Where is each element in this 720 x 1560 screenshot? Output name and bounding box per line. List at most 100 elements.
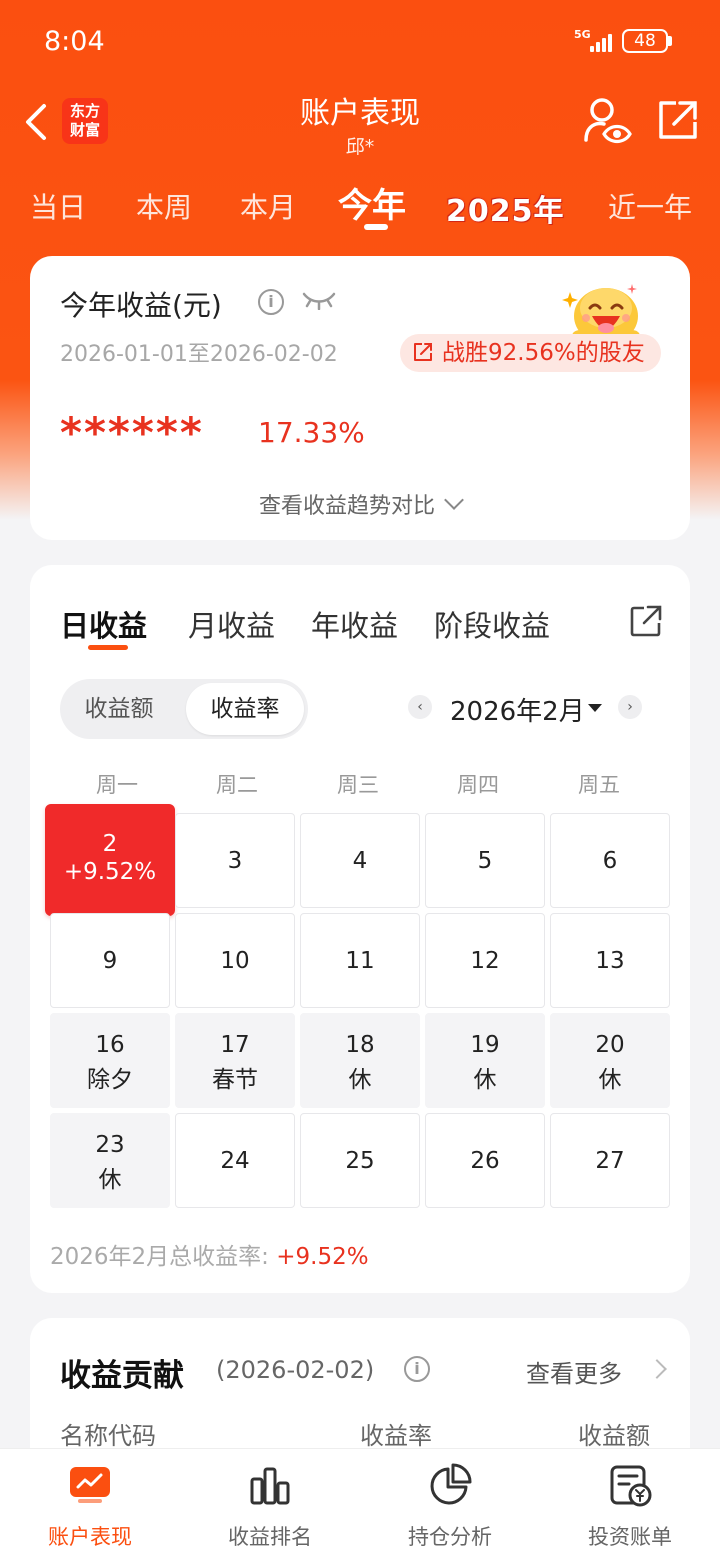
month-total-value: +9.52%	[276, 1244, 369, 1270]
chart-screen-icon	[70, 1467, 110, 1503]
nav-return-ranking[interactable]: 收益排名	[180, 1449, 360, 1560]
chevron-right-icon[interactable]	[647, 1359, 667, 1379]
calendar-day-cell[interactable]: 19 休	[425, 1013, 545, 1108]
nav-label: 账户表现	[48, 1525, 132, 1549]
status-bar: 8:04 5G 48	[0, 0, 720, 80]
calendar-day-cell[interactable]: 3	[175, 813, 295, 908]
calendar-day-cell[interactable]: 25	[300, 1113, 420, 1208]
signal-icon	[588, 30, 616, 52]
day-number: 26	[470, 1148, 500, 1174]
calendar-day-cell[interactable]: 16 除夕	[50, 1013, 170, 1108]
day-number: 23	[95, 1132, 125, 1158]
bill-yen-icon	[610, 1465, 652, 1507]
calendar-day-cell[interactable]: 17 春节	[175, 1013, 295, 1108]
calendar-day-cell[interactable]: 11	[300, 913, 420, 1008]
period-tabs: 当日 本周 本月 今年 2025年 近一年	[0, 176, 720, 236]
chevron-down-icon	[444, 490, 464, 510]
day-return: +9.52%	[63, 859, 157, 885]
column-name: 名称代码	[60, 1422, 156, 1450]
tab-monthly-return[interactable]: 月收益	[188, 603, 275, 645]
tab-yearly-return[interactable]: 年收益	[311, 603, 398, 645]
day-number: 5	[477, 848, 493, 874]
calendar-day-cell[interactable]: 23 休	[50, 1113, 170, 1208]
daily-return-card: 日收益 月收益 年收益 阶段收益 收益额 收益率 ‹ 2026年2月 › 周一 …	[30, 565, 690, 1293]
calendar-day-cell[interactable]: 6	[550, 813, 670, 908]
option-amount[interactable]: 收益额	[64, 683, 174, 735]
calendar-day-cell[interactable]: 18 休	[300, 1013, 420, 1108]
day-number: 4	[352, 848, 368, 874]
day-number: 18	[345, 1032, 375, 1058]
calendar-day-cell[interactable]: 26	[425, 1113, 545, 1208]
active-subtab-indicator	[88, 645, 128, 650]
day-number: 27	[595, 1148, 625, 1174]
tab-this-year[interactable]: 今年	[338, 178, 406, 227]
nav-label: 收益排名	[228, 1525, 312, 1549]
bottom-navigation: 账户表现 收益排名 持仓分析 投资账单	[0, 1448, 720, 1560]
calendar-day-cell[interactable]: 9	[50, 913, 170, 1008]
tab-last-year[interactable]: 近一年	[608, 186, 692, 226]
day-note: 除夕	[87, 1067, 133, 1093]
calendar-day-cell[interactable]: 27	[550, 1113, 670, 1208]
nav-holdings-analysis[interactable]: 持仓分析	[360, 1449, 540, 1560]
metric-toggle: 收益额 收益率	[60, 679, 308, 739]
calendar-day-cell[interactable]: 12	[425, 913, 545, 1008]
day-note: 休	[348, 1067, 372, 1093]
day-note: 休	[473, 1067, 497, 1093]
weekday-label: 周五	[578, 773, 620, 797]
calendar-day-cell[interactable]: 20 休	[550, 1013, 670, 1108]
day-number: 2	[102, 831, 118, 857]
trend-compare-link[interactable]: 查看收益趋势对比	[30, 488, 690, 520]
weekday-label: 周一	[96, 773, 138, 797]
month-total: 2026年2月总收益率: +9.52%	[50, 1237, 369, 1271]
contribution-title: 收益贡献	[60, 1358, 184, 1394]
tab-2025[interactable]: 2025年	[446, 186, 565, 230]
weekday-label: 周三	[337, 773, 379, 797]
day-number: 11	[345, 948, 375, 974]
view-more-link[interactable]: 查看更多	[526, 1354, 622, 1389]
info-icon[interactable]: i	[404, 1356, 430, 1382]
calendar-day-cell[interactable]: 24	[175, 1113, 295, 1208]
tab-this-month[interactable]: 本月	[240, 186, 296, 226]
day-number: 13	[595, 948, 625, 974]
status-time: 8:04	[44, 26, 105, 57]
caret-down-icon[interactable]	[588, 704, 602, 712]
day-number: 3	[227, 848, 243, 874]
prev-month-icon[interactable]: ‹	[408, 695, 432, 719]
calendar-day-cell[interactable]: 4	[300, 813, 420, 908]
eye-closed-icon[interactable]	[302, 290, 336, 310]
app-header: 东方 财富 账户表现 邱*	[0, 80, 720, 170]
day-number: 16	[95, 1032, 125, 1058]
nav-label: 持仓分析	[408, 1525, 492, 1549]
nav-investment-bill[interactable]: 投资账单	[540, 1449, 720, 1560]
masked-amount: ******	[60, 408, 204, 457]
day-number: 10	[220, 948, 250, 974]
tab-this-week[interactable]: 本周	[136, 186, 192, 226]
month-total-label: 2026年2月总收益率:	[50, 1244, 269, 1270]
tab-period-return[interactable]: 阶段收益	[434, 603, 550, 645]
beat-rank-badge[interactable]: 战胜92.56%的股友	[400, 334, 661, 372]
battery-icon: 48	[622, 29, 668, 53]
tab-daily-return[interactable]: 日收益	[60, 603, 147, 645]
day-note: 休	[598, 1067, 622, 1093]
share-icon[interactable]	[628, 603, 664, 639]
month-label[interactable]: 2026年2月	[450, 691, 585, 728]
contribution-date: (2026-02-02)	[216, 1356, 375, 1384]
weekday-label: 周四	[457, 773, 499, 797]
user-visibility-icon[interactable]	[582, 96, 632, 146]
tab-today[interactable]: 当日	[30, 186, 86, 226]
nav-account-performance[interactable]: 账户表现	[0, 1449, 180, 1560]
info-icon[interactable]: i	[258, 289, 284, 315]
calendar-day-cell[interactable]: 5	[425, 813, 545, 908]
day-number: 9	[102, 948, 118, 974]
next-month-icon[interactable]: ›	[618, 695, 642, 719]
calendar-day-cell[interactable]: 2 +9.52%	[45, 804, 175, 916]
calendar-day-cell[interactable]: 10	[175, 913, 295, 1008]
export-icon[interactable]	[656, 98, 700, 142]
day-number: 20	[595, 1032, 625, 1058]
summary-title: 今年收益(元)	[60, 289, 222, 322]
option-rate[interactable]: 收益率	[186, 683, 304, 735]
nav-label: 投资账单	[588, 1525, 672, 1549]
trend-compare-label: 查看收益趋势对比	[258, 494, 435, 519]
calendar-day-cell[interactable]: 13	[550, 913, 670, 1008]
day-number: 6	[602, 848, 618, 874]
